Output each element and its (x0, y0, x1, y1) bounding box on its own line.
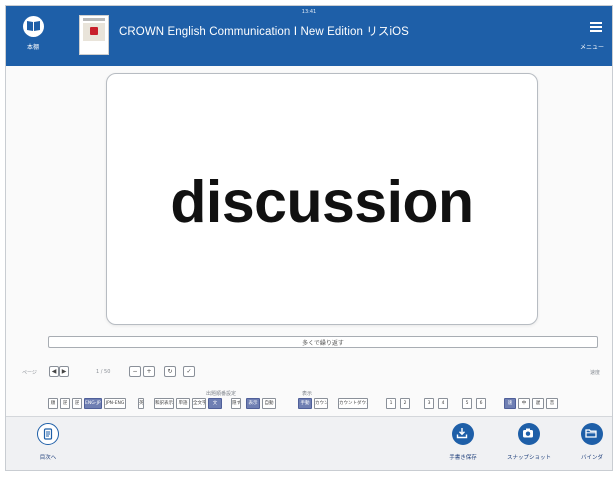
replay-strip-label: 多くで繰り返す (302, 340, 344, 347)
toc-label: 目次へ (39, 455, 57, 461)
option-button[interactable]: 順 (48, 398, 58, 409)
option-button[interactable]: 表示 (246, 398, 260, 409)
page-tiny-label: ページ (22, 370, 37, 376)
prev-button[interactable]: ◀ (49, 366, 59, 377)
option-button[interactable]: JPN-ENG (104, 398, 126, 409)
order-group-label: 出題順番設定 (206, 391, 237, 397)
option-button[interactable]: カウントダウン (338, 398, 368, 409)
hamburger-icon (590, 22, 602, 34)
page-counter: 1 / 50 (96, 369, 111, 375)
option-button[interactable]: 英語 (138, 398, 144, 409)
options-row: 順 逆 逆 ENG-JPN JPN-ENG 英語 和訳表示 単語 全文字 文 隠… (48, 398, 612, 410)
option-button[interactable]: 文 (208, 398, 222, 409)
playback-controls: ページ ◀ ▶ 1 / 50 − + ↻ ✓ 速度 (6, 365, 612, 381)
option-button[interactable]: 速 (504, 398, 516, 409)
plus-button[interactable]: + (143, 366, 155, 377)
option-button[interactable]: 単語 (176, 398, 190, 409)
option-button[interactable]: 5 (462, 398, 472, 409)
speed-tiny-label: 速度 (590, 370, 601, 376)
option-button[interactable]: 隠す (231, 398, 241, 409)
option-button[interactable]: 1 (386, 398, 396, 409)
option-button[interactable]: 逆 (72, 398, 82, 409)
home-bookshelf-button[interactable]: 本棚 (16, 16, 50, 62)
download-icon (452, 423, 474, 445)
replay-strip[interactable]: 多くで繰り返す (48, 336, 598, 348)
option-button[interactable]: 中 (518, 398, 530, 409)
option-button[interactable]: 自動 (262, 398, 276, 409)
flashcard-word: discussion (170, 169, 474, 235)
book-icon (23, 16, 44, 37)
textbook-cover-thumbnail (79, 15, 109, 55)
option-button[interactable]: 2 (400, 398, 410, 409)
app-header: 13:41 本棚 CROWN English Communication Ⅰ N… (6, 6, 612, 66)
option-button[interactable]: 全文字 (192, 398, 206, 409)
option-button[interactable]: 逆 (60, 398, 70, 409)
option-button[interactable]: 音 (546, 398, 558, 409)
repeat-button[interactable]: ↻ (164, 366, 176, 377)
show-group-label: 表示 (302, 391, 313, 397)
bottom-toolbar: 目次へ 手書き保存 スナップショット バインダ (6, 416, 612, 470)
next-button[interactable]: ▶ (59, 366, 69, 377)
option-button[interactable]: 手動 (298, 398, 312, 409)
document-icon (37, 423, 59, 445)
option-button[interactable]: カウントダウン (314, 398, 328, 409)
save-label: 手書き保存 (449, 455, 477, 461)
option-button[interactable]: 6 (476, 398, 486, 409)
option-button[interactable]: 和訳表示 (154, 398, 174, 409)
toc-button[interactable]: 目次へ (28, 423, 68, 470)
option-button[interactable]: ENG-JPN (84, 398, 102, 409)
minus-button[interactable]: − (129, 366, 141, 377)
app-window: 13:41 本棚 CROWN English Communication Ⅰ N… (5, 5, 613, 471)
option-button[interactable]: 3 (424, 398, 434, 409)
snapshot-button[interactable]: スナップショット (507, 423, 551, 470)
binder-label: バインダ (580, 455, 603, 461)
snapshot-label: スナップショット (506, 455, 551, 461)
home-label: 本棚 (26, 44, 39, 51)
flashcard[interactable]: discussion (106, 73, 538, 325)
menu-label: メニュー (580, 44, 605, 51)
save-handwriting-button[interactable]: 手書き保存 (443, 423, 483, 470)
menu-button[interactable]: メニュー (580, 16, 612, 60)
option-button[interactable]: 4 (438, 398, 448, 409)
app-title: CROWN English Communication Ⅰ New Editio… (119, 26, 409, 38)
check-button[interactable]: ✓ (183, 366, 195, 377)
option-button[interactable]: 遅 (532, 398, 544, 409)
binder-button[interactable]: バインダ (572, 423, 612, 470)
camera-icon (518, 423, 540, 445)
folder-icon (581, 423, 603, 445)
